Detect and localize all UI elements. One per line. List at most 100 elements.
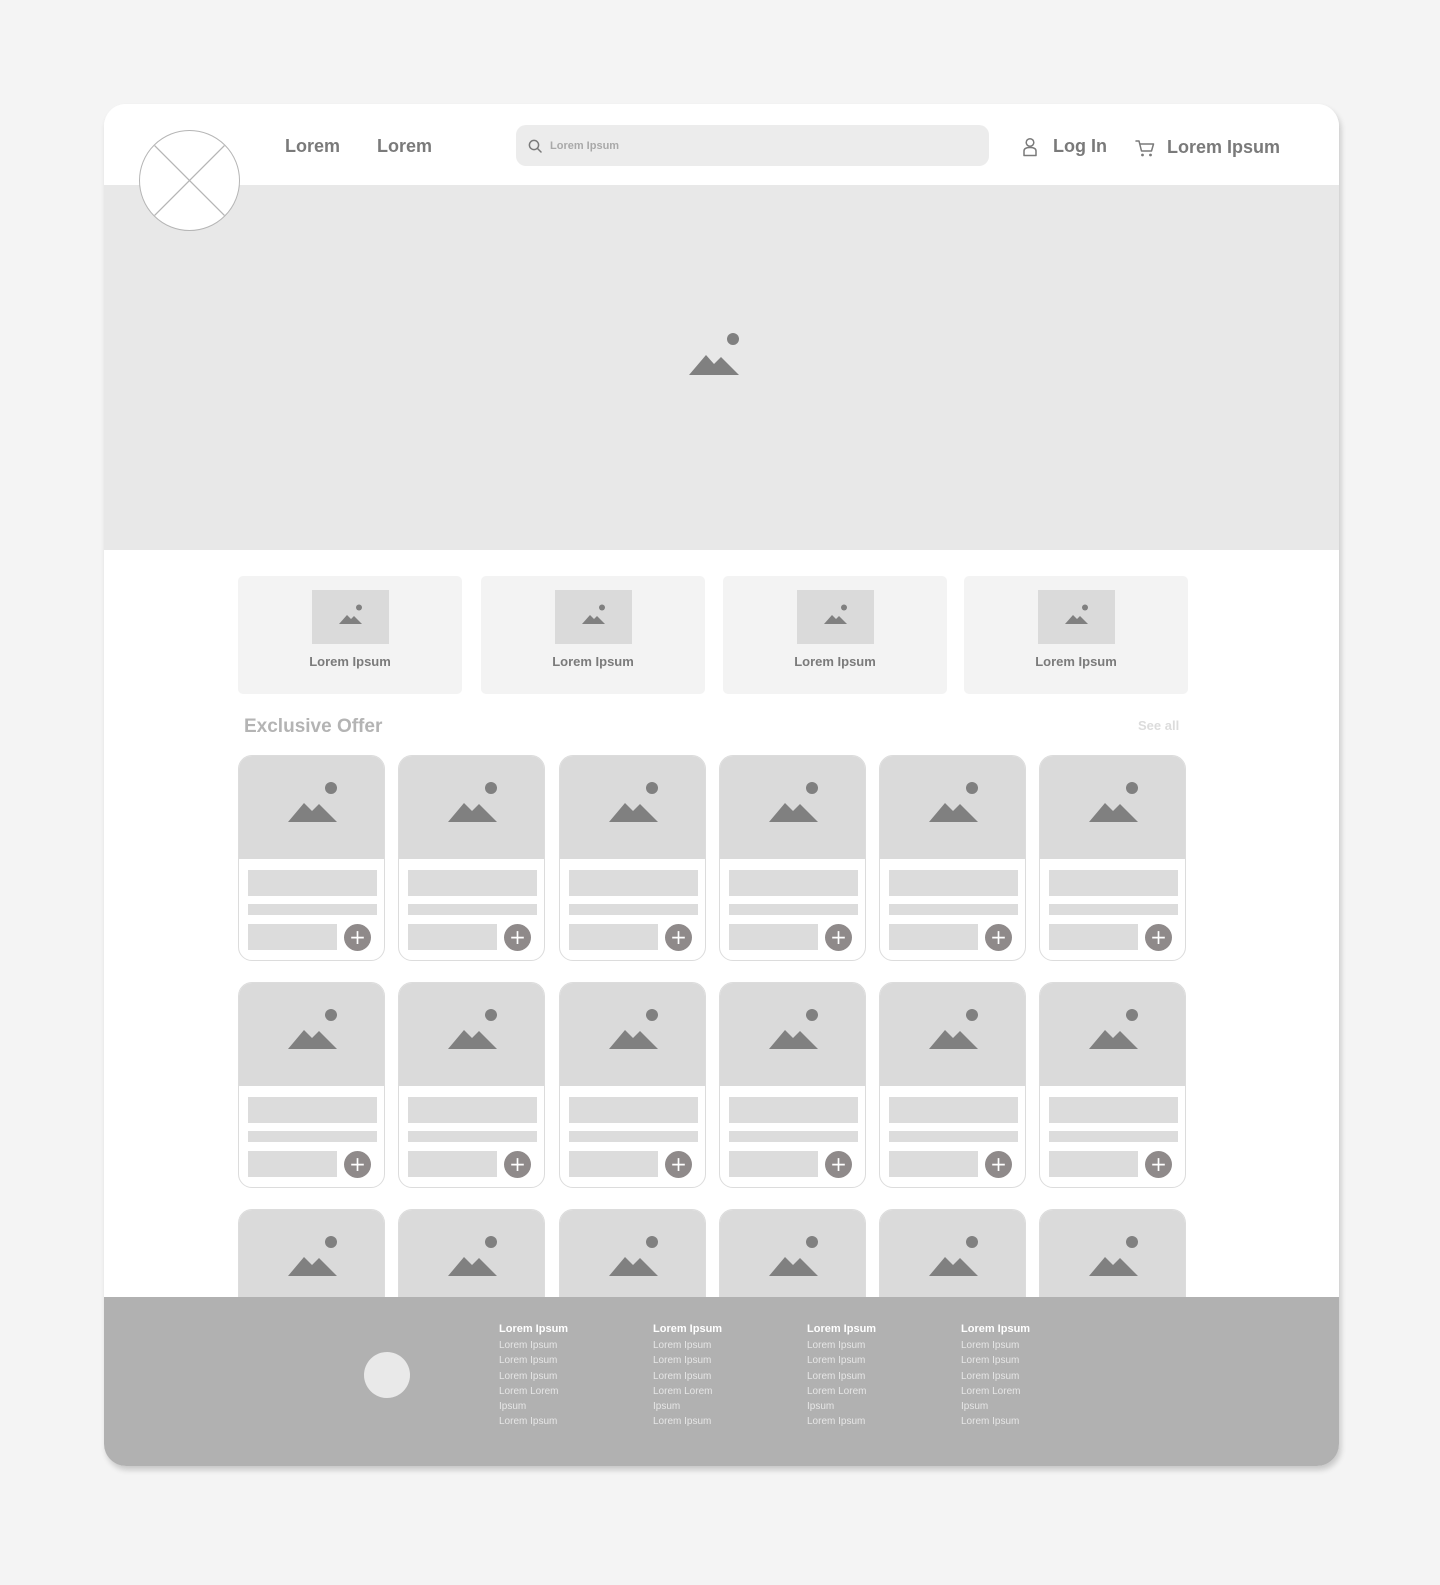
product-card[interactable]: + [879, 982, 1026, 1188]
image-placeholder-icon [448, 1236, 497, 1276]
add-to-cart-button[interactable]: + [985, 1151, 1012, 1178]
add-to-cart-button[interactable]: + [1145, 924, 1172, 951]
product-title-placeholder [569, 1097, 698, 1123]
image-placeholder-icon [769, 1009, 818, 1049]
footer-link[interactable]: Lorem Ipsum [499, 1353, 619, 1368]
add-to-cart-button[interactable]: + [665, 1151, 692, 1178]
product-grid: ++++++++++++++++++ [104, 104, 1339, 1466]
product-card[interactable]: + [238, 982, 385, 1188]
footer-link[interactable]: Lorem Ipsum [807, 1353, 927, 1368]
product-card[interactable]: + [879, 755, 1026, 961]
footer-link[interactable]: Lorem Lorem [961, 1384, 1081, 1399]
footer-link[interactable]: Ipsum [807, 1399, 927, 1414]
add-to-cart-button[interactable]: + [825, 1151, 852, 1178]
footer-column: Lorem Ipsum Lorem Ipsum Lorem Ipsum Lore… [653, 1321, 773, 1430]
product-subtitle-placeholder [1049, 1131, 1178, 1142]
product-price-placeholder [408, 924, 497, 950]
product-price-placeholder [889, 924, 978, 950]
product-subtitle-placeholder [248, 904, 377, 915]
footer-logo[interactable] [364, 1352, 410, 1398]
product-card[interactable]: + [398, 982, 545, 1188]
footer-link[interactable]: Lorem Ipsum [961, 1353, 1081, 1368]
footer-link[interactable]: Ipsum [961, 1399, 1081, 1414]
footer-link[interactable]: Lorem Ipsum [653, 1338, 773, 1353]
product-card[interactable]: + [719, 982, 866, 1188]
product-card[interactable]: + [559, 982, 706, 1188]
image-placeholder-icon [609, 1009, 658, 1049]
product-subtitle-placeholder [569, 1131, 698, 1142]
product-subtitle-placeholder [729, 1131, 858, 1142]
image-placeholder-icon [448, 1009, 497, 1049]
footer-link[interactable]: Lorem Ipsum [961, 1414, 1081, 1429]
product-subtitle-placeholder [729, 904, 858, 915]
footer-column-title: Lorem Ipsum [499, 1323, 569, 1335]
footer-link[interactable]: Lorem Lorem [807, 1384, 927, 1399]
product-card[interactable]: + [238, 755, 385, 961]
product-price-placeholder [889, 1151, 978, 1177]
footer-link[interactable]: Ipsum [499, 1399, 619, 1414]
product-subtitle-placeholder [408, 1131, 537, 1142]
product-title-placeholder [889, 870, 1018, 896]
add-to-cart-button[interactable]: + [665, 924, 692, 951]
page-frame: Lorem Lorem Lorem Ipsum Log In Lorem Ips… [104, 104, 1339, 1466]
image-placeholder-icon [288, 782, 337, 822]
add-to-cart-button[interactable]: + [504, 1151, 531, 1178]
product-title-placeholder [408, 870, 537, 896]
product-image [239, 756, 384, 859]
add-to-cart-button[interactable]: + [344, 1151, 371, 1178]
image-placeholder-icon [769, 1236, 818, 1276]
footer-link[interactable]: Ipsum [653, 1399, 773, 1414]
image-placeholder-icon [1089, 782, 1138, 822]
footer-column: Lorem Ipsum Lorem Ipsum Lorem Ipsum Lore… [807, 1321, 927, 1430]
add-to-cart-button[interactable]: + [825, 924, 852, 951]
product-image [399, 756, 544, 859]
footer-link[interactable]: Lorem Ipsum [961, 1338, 1081, 1353]
footer-link[interactable]: Lorem Ipsum [653, 1369, 773, 1384]
footer-link[interactable]: Lorem Ipsum [807, 1338, 927, 1353]
product-image [880, 983, 1025, 1086]
product-price-placeholder [408, 1151, 497, 1177]
product-subtitle-placeholder [248, 1131, 377, 1142]
add-to-cart-button[interactable]: + [1145, 1151, 1172, 1178]
footer-link[interactable]: Lorem Ipsum [807, 1369, 927, 1384]
footer-link[interactable]: Lorem Ipsum [961, 1369, 1081, 1384]
product-card[interactable]: + [719, 755, 866, 961]
product-subtitle-placeholder [889, 1131, 1018, 1142]
image-placeholder-icon [769, 782, 818, 822]
footer-link[interactable]: Lorem Ipsum [653, 1414, 773, 1429]
product-card[interactable]: + [1039, 755, 1186, 961]
image-placeholder-icon [929, 1009, 978, 1049]
product-image [1040, 983, 1185, 1086]
product-price-placeholder [1049, 1151, 1138, 1177]
product-subtitle-placeholder [889, 904, 1018, 915]
image-placeholder-icon [609, 782, 658, 822]
product-card[interactable]: + [1039, 982, 1186, 1188]
product-price-placeholder [569, 1151, 658, 1177]
footer-link[interactable]: Lorem Ipsum [499, 1338, 619, 1353]
add-to-cart-button[interactable]: + [504, 924, 531, 951]
add-to-cart-button[interactable]: + [985, 924, 1012, 951]
image-placeholder-icon [929, 1236, 978, 1276]
footer-link[interactable]: Lorem Ipsum [499, 1414, 619, 1429]
product-image [720, 756, 865, 859]
add-to-cart-button[interactable]: + [344, 924, 371, 951]
logo-placeholder[interactable] [139, 130, 240, 231]
footer-link[interactable]: Lorem Lorem [499, 1384, 619, 1399]
product-price-placeholder [569, 924, 658, 950]
product-price-placeholder [248, 924, 337, 950]
product-card[interactable]: + [559, 755, 706, 961]
product-subtitle-placeholder [569, 904, 698, 915]
product-subtitle-placeholder [408, 904, 537, 915]
product-title-placeholder [1049, 1097, 1178, 1123]
product-price-placeholder [729, 1151, 818, 1177]
product-card[interactable]: + [398, 755, 545, 961]
image-placeholder-icon [288, 1009, 337, 1049]
product-image [720, 983, 865, 1086]
product-title-placeholder [729, 870, 858, 896]
logo-x-icon [153, 144, 226, 217]
footer-link[interactable]: Lorem Ipsum [807, 1414, 927, 1429]
footer-link[interactable]: Lorem Lorem [653, 1384, 773, 1399]
footer-link[interactable]: Lorem Ipsum [653, 1353, 773, 1368]
footer-column: Lorem Ipsum Lorem Ipsum Lorem Ipsum Lore… [961, 1321, 1081, 1430]
footer-link[interactable]: Lorem Ipsum [499, 1369, 619, 1384]
